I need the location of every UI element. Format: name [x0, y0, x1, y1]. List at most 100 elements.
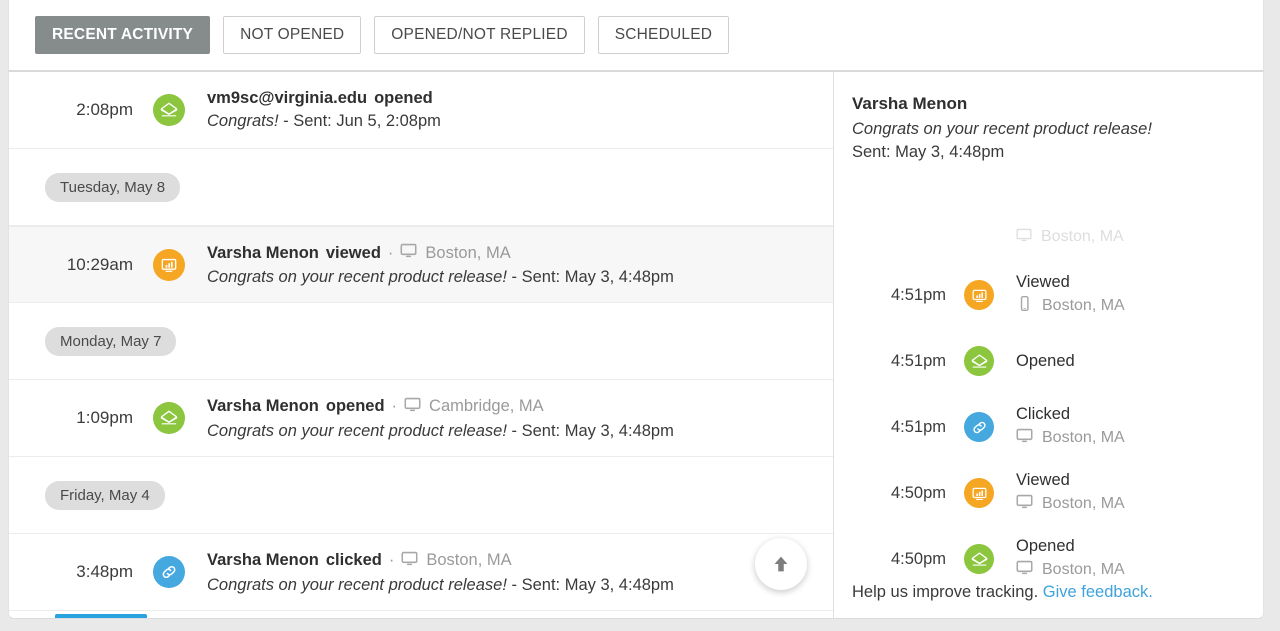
detail-event-action: Viewed — [1016, 273, 1125, 292]
activity-location: Cambridge, MA — [404, 396, 544, 418]
feedback-text: Help us improve tracking. — [852, 583, 1038, 601]
detail-event-text: Opened — [1016, 352, 1075, 371]
opened-envelope-icon — [153, 402, 185, 434]
partial-clipped-row: Boston, MA — [852, 222, 1263, 252]
viewed-monitor-icon — [964, 280, 994, 310]
contact-name: Varsha Menon — [852, 94, 1239, 114]
activity-actor: Varsha Menon — [207, 397, 319, 416]
activity-row[interactable]: 2:08pmvm9sc@virginia.eduopenedCongrats! … — [9, 72, 833, 149]
activity-dashboard: RECENT ACTIVITY NOT OPENED OPENED/NOT REPL… — [0, 0, 1280, 631]
activity-actor: Varsha Menon — [207, 244, 319, 263]
activity-sent: - Sent: May 3, 4:48pm — [512, 576, 674, 594]
activity-sent: - Sent: Jun 5, 2:08pm — [283, 112, 441, 130]
filter-tab-opened-not-replied[interactable]: OPENED/NOT REPLIED — [374, 16, 584, 54]
link-icon — [153, 556, 185, 588]
detail-event-location: Boston, MA — [1016, 427, 1125, 449]
email-subject: Congrats on your recent product release! — [852, 120, 1239, 139]
link-icon — [964, 412, 994, 442]
detail-event-location-label: Boston, MA — [1042, 429, 1125, 447]
phone-icon — [1016, 295, 1033, 317]
viewed-monitor-icon — [964, 478, 994, 508]
detail-event-location-label: Boston, MA — [1042, 297, 1125, 315]
feedback-prompt: Help us improve tracking. Give feedback. — [852, 583, 1153, 602]
filter-tab-bar: RECENT ACTIVITY NOT OPENED OPENED/NOT REPL… — [8, 0, 1264, 72]
detail-event-time: 4:51pm — [852, 418, 964, 437]
opened-envelope-icon — [964, 544, 994, 574]
monitor-icon — [401, 550, 418, 572]
activity-location-label: Boston, MA — [425, 244, 510, 263]
link-icon — [970, 418, 989, 437]
opened-envelope-icon — [970, 352, 989, 371]
date-pill-label: Tuesday, May 8 — [45, 173, 180, 202]
detail-event-text: Opened Boston, MA — [1016, 537, 1125, 581]
activity-location-label: Boston, MA — [426, 551, 511, 570]
activity-row[interactable]: 10:29amVarsha Menonviewed·Boston, MACong… — [9, 226, 833, 303]
viewed-monitor-icon — [970, 286, 989, 305]
viewed-monitor-icon — [153, 249, 185, 281]
filter-tab-recent-activity[interactable]: RECENT ACTIVITY — [35, 16, 210, 54]
detail-event-row[interactable]: 4:51pm Opened — [834, 328, 1263, 394]
activity-location: Boston, MA — [401, 550, 511, 572]
give-feedback-link[interactable]: Give feedback. — [1043, 583, 1153, 601]
scroll-to-top-button[interactable] — [755, 538, 807, 590]
detail-event-text: Clicked Boston, MA — [1016, 405, 1125, 449]
viewed-monitor-icon — [970, 484, 989, 503]
activity-subject: Congrats on your recent product release! — [207, 268, 507, 286]
separator-dot: · — [388, 244, 394, 263]
monitor-icon — [1016, 227, 1032, 248]
detail-event-text: ViewedBoston, MA — [1016, 471, 1125, 515]
separator-dot: · — [389, 551, 395, 570]
detail-header: Varsha Menon Congrats on your recent pro… — [834, 72, 1263, 172]
detail-event-time: 4:50pm — [852, 484, 964, 503]
opened-envelope-icon — [970, 550, 989, 569]
detail-event-action: Opened — [1016, 537, 1125, 556]
date-pill-label: Monday, May 7 — [45, 327, 176, 356]
activity-text: Varsha Menon viewed · Boston, MA Congrats on… — [207, 242, 674, 287]
activity-sent: - Sent: May 3, 4:48pm — [512, 268, 674, 286]
email-sent-time: Sent: May 3, 4:48pm — [852, 143, 1239, 162]
link-icon — [159, 562, 179, 582]
detail-pane: Boston, MA Varsha Menon Congrats on your… — [834, 72, 1263, 618]
activity-sent: - Sent: May 3, 4:48pm — [512, 422, 674, 440]
separator-dot: · — [392, 397, 398, 416]
date-separator: Tuesday, May 8 — [9, 149, 833, 226]
detail-event-row[interactable]: 4:50pm ViewedBoston, MA — [834, 460, 1263, 526]
activity-action: viewed — [326, 244, 381, 263]
partial-row-location: Boston, MA — [1041, 228, 1124, 246]
bottom-accent-bar — [55, 614, 147, 618]
opened-envelope-icon — [159, 100, 179, 120]
detail-event-time: 4:51pm — [852, 352, 964, 371]
detail-event-location: Boston, MA — [1016, 295, 1125, 317]
activity-text: vm9sc@virginia.eduopenedCongrats! - Sent… — [207, 89, 441, 131]
activity-location-label: Cambridge, MA — [429, 397, 544, 416]
activity-actor: Varsha Menon — [207, 551, 319, 570]
monitor-icon — [400, 242, 417, 264]
filter-tab-scheduled[interactable]: SCHEDULED — [598, 16, 729, 54]
opened-envelope-icon — [964, 346, 994, 376]
detail-event-location-label: Boston, MA — [1042, 495, 1125, 513]
activity-action: opened — [374, 89, 433, 108]
activity-row[interactable]: 1:09pmVarsha Menonopened·Cambridge, MACo… — [9, 380, 833, 457]
detail-event-action: Clicked — [1016, 405, 1125, 424]
activity-subject: Congrats on your recent product release! — [207, 576, 507, 594]
detail-event-row[interactable]: 4:51pm Clicked Boston, MA — [834, 394, 1263, 460]
activity-time: 1:09pm — [21, 408, 153, 428]
content-area: 2:08pmvm9sc@virginia.eduopenedCongrats! … — [8, 72, 1264, 619]
activity-row[interactable]: 3:48pm Varsha Menon clicked · Boston, MA Cong… — [9, 534, 833, 611]
activity-action: clicked — [326, 551, 382, 570]
monitor-icon — [1016, 427, 1033, 449]
detail-event-location: Boston, MA — [1016, 559, 1125, 581]
monitor-icon — [1016, 559, 1033, 581]
detail-event-location-label: Boston, MA — [1042, 561, 1125, 579]
detail-event-time: 4:51pm — [852, 286, 964, 305]
activity-text: Varsha Menonopened·Cambridge, MACongrats… — [207, 396, 674, 441]
activity-feed-pane[interactable]: 2:08pmvm9sc@virginia.eduopenedCongrats! … — [9, 72, 834, 618]
detail-event-text: Viewed Boston, MA — [1016, 273, 1125, 317]
filter-tab-not-opened[interactable]: NOT OPENED — [223, 16, 361, 54]
activity-time: 3:48pm — [21, 562, 153, 582]
detail-event-location: Boston, MA — [1016, 493, 1125, 515]
detail-event-row[interactable]: 4:51pm Viewed Boston, MA — [834, 262, 1263, 328]
opened-envelope-icon — [153, 94, 185, 126]
activity-subject: Congrats on your recent product release! — [207, 422, 507, 440]
activity-feed-list: 2:08pmvm9sc@virginia.eduopenedCongrats! … — [9, 72, 833, 611]
